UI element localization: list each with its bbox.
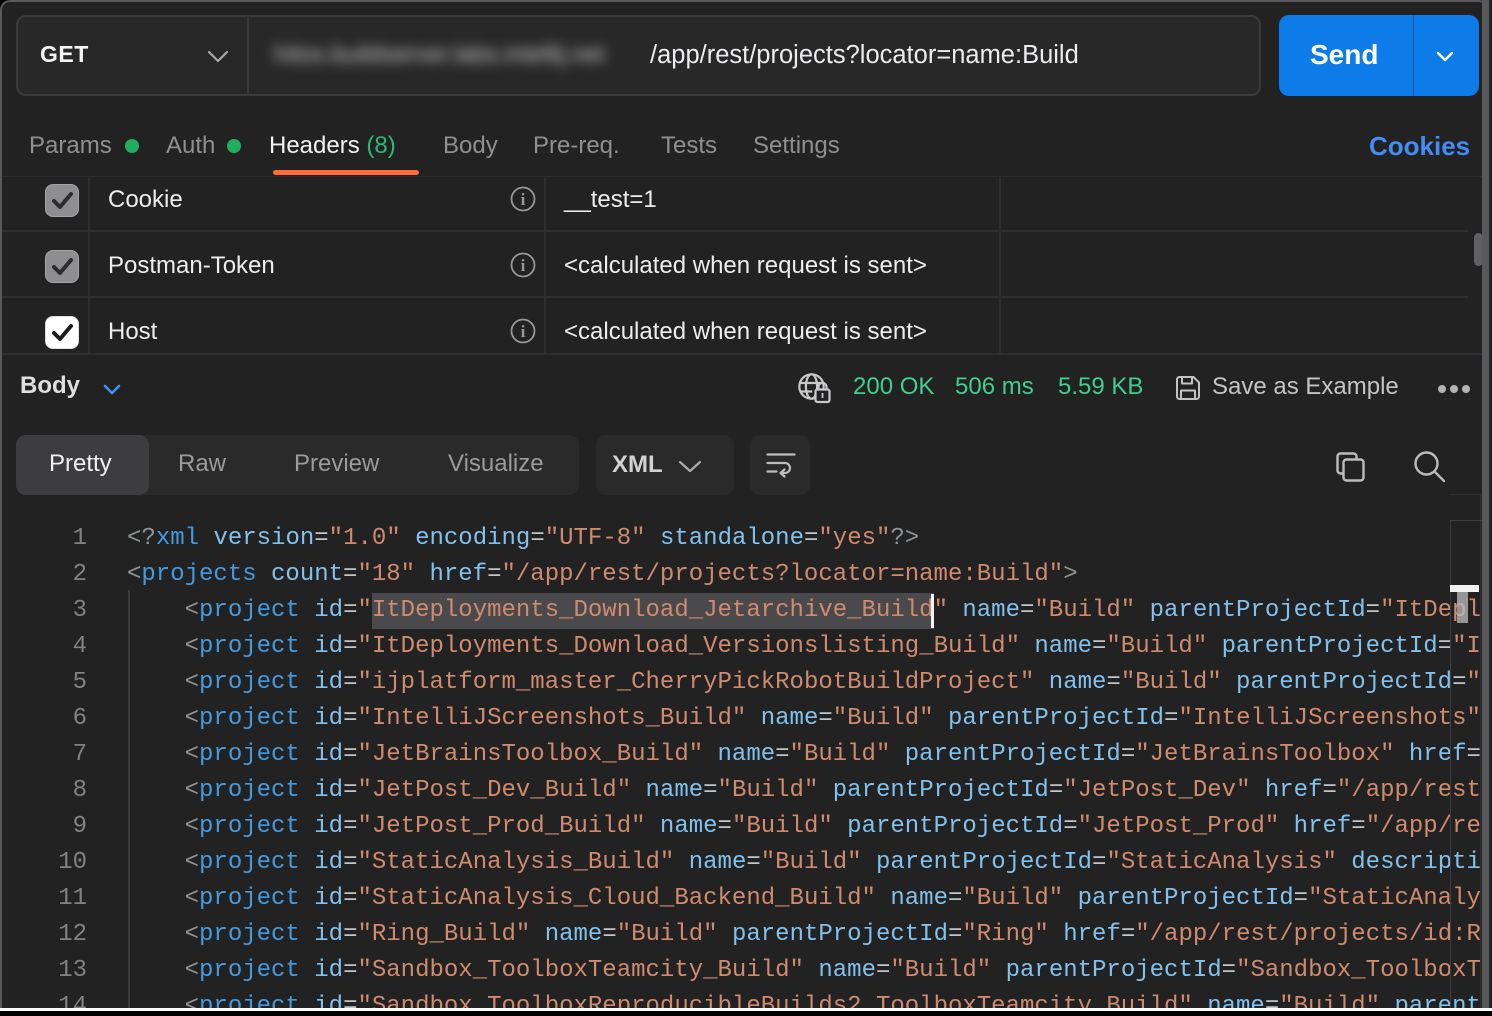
svg-text:i: i [521,190,526,209]
svg-text:i: i [521,322,526,341]
svg-text:i: i [521,256,526,275]
